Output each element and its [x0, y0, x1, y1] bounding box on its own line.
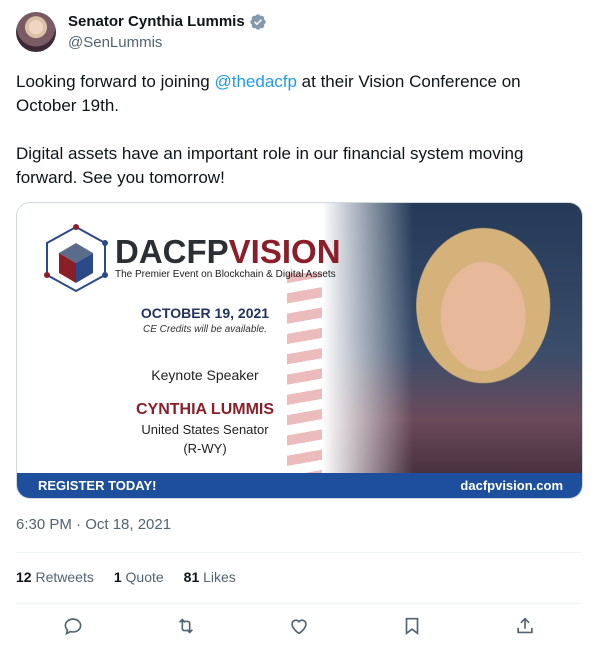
card-speaker: CYNTHIA LUMMIS [135, 401, 275, 418]
retweet-icon[interactable] [175, 615, 197, 637]
brand-part-2: VISION [228, 233, 341, 270]
tweet-paragraph-2: Digital assets have an important role in… [16, 144, 524, 187]
quotes-stat[interactable]: 1 Quote [114, 569, 164, 585]
quotes-count: 1 [113, 569, 122, 585]
card-site-text: dacfpvision.com [460, 478, 563, 493]
engagement-stats: 12 Retweets 1 Quote 81 Likes [16, 569, 236, 585]
likes-count: 81 [183, 569, 200, 585]
media-card[interactable]: DACFPVISION The Premier Event on Blockch… [16, 202, 583, 499]
like-icon[interactable] [288, 615, 310, 637]
action-bar [16, 615, 581, 637]
reply-icon[interactable] [62, 615, 84, 637]
mention-link[interactable]: @thedacfp [214, 72, 296, 91]
speaker-photo [322, 203, 582, 473]
author-handle[interactable]: @SenLummis [68, 33, 162, 53]
tweet-paragraph-1: Looking forward to joining @thedacfp at … [16, 70, 576, 118]
card-register-text: REGISTER TODAY! [38, 478, 157, 493]
author-name[interactable]: Senator Cynthia Lummis [68, 12, 267, 32]
card-keynote: Keynote Speaker [151, 367, 259, 383]
card-credits: CE Credits will be available. [143, 324, 267, 335]
share-icon[interactable] [514, 615, 536, 637]
quotes-label: Quote [125, 569, 164, 585]
divider [16, 603, 581, 604]
author-name-text: Senator Cynthia Lummis [68, 13, 245, 30]
tweet-timestamp[interactable]: 6:30 PM · Oct 18, 2021 [16, 515, 171, 535]
card-speaker-title: United States Senator [141, 422, 269, 437]
avatar[interactable] [16, 12, 56, 52]
dacfp-logo-icon [44, 224, 108, 293]
tweet-text: Looking forward to joining @thedacfp at … [16, 70, 576, 214]
tweet-text-before: Looking forward to joining [16, 72, 215, 91]
card-date: OCTOBER 19, 2021 [140, 305, 270, 321]
card-brand: DACFPVISION [115, 235, 341, 269]
likes-stat[interactable]: 81 Likes [184, 569, 236, 585]
verified-badge-icon [250, 14, 266, 30]
bookmark-icon[interactable] [401, 615, 423, 637]
card-tagline: The Premier Event on Blockchain & Digita… [115, 269, 336, 280]
divider [16, 552, 581, 553]
retweets-label: Retweets [35, 569, 94, 585]
brand-part-1: DACFP [115, 233, 229, 270]
likes-label: Likes [203, 569, 236, 585]
retweets-count: 12 [16, 569, 32, 585]
retweets-stat[interactable]: 12 Retweets [16, 569, 94, 585]
card-footer-bar: REGISTER TODAY! dacfpvision.com [17, 473, 582, 498]
card-speaker-party: (R-WY) [183, 441, 227, 456]
